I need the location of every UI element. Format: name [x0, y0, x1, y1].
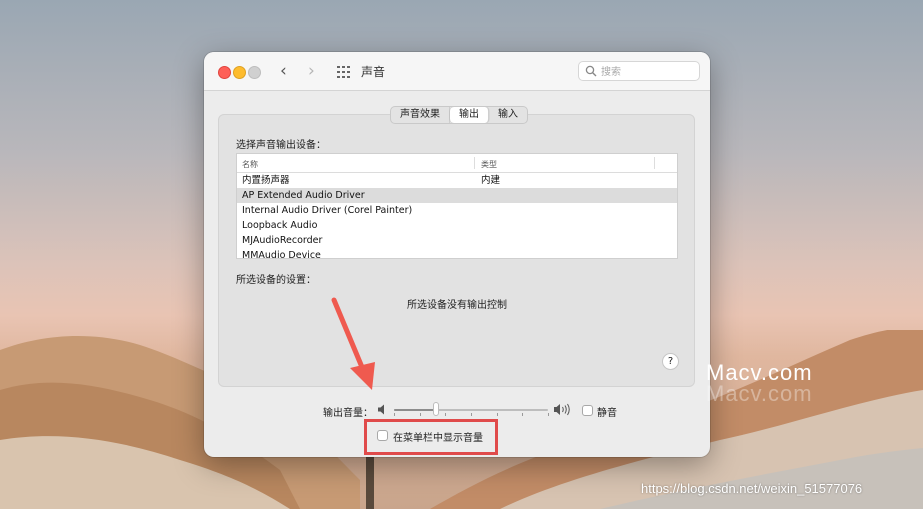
table-row[interactable]: MJAudioRecorder — [237, 233, 677, 248]
slider-tick — [522, 413, 523, 416]
device-name: MMAudio Device — [242, 250, 321, 259]
no-output-control-message: 所选设备没有输出控制 — [407, 300, 507, 311]
slider-tick — [471, 413, 472, 416]
slider-tick — [497, 413, 498, 416]
table-row-selected[interactable]: AP Extended Audio Driver — [237, 188, 677, 203]
slider-tick — [548, 413, 549, 416]
device-name: Internal Audio Driver (Corel Painter) — [242, 205, 413, 216]
volume-slider-knob[interactable] — [432, 402, 439, 416]
speaker-low-icon — [378, 404, 384, 415]
output-device-table[interactable]: 名称 类型 内置扬声器 内建 AP Extended Audio Driver … — [236, 153, 678, 259]
column-header-type[interactable]: 类型 — [481, 159, 497, 170]
device-name: 内置扬声器 — [242, 175, 290, 186]
sound-preferences-window: ‹ › 声音 声音效果 输出 输入 选择声音输出设备： 名称 类型 — [204, 52, 710, 457]
macv-watermark-shadow: Macv.com — [706, 381, 813, 406]
slider-tick — [420, 413, 421, 416]
volume-slider-fill — [394, 409, 436, 411]
tab-input[interactable]: 输入 — [489, 107, 527, 123]
minimize-button[interactable] — [233, 66, 246, 79]
back-chevron-icon[interactable]: ‹ — [280, 61, 287, 81]
mute-label: 静音 — [597, 408, 617, 419]
selected-device-settings-label: 所选设备的设置： — [236, 275, 316, 286]
column-header-name[interactable]: 名称 — [242, 159, 258, 170]
column-divider — [474, 157, 475, 169]
close-button[interactable] — [218, 66, 231, 79]
column-divider — [654, 157, 655, 169]
tab-output[interactable]: 输出 — [450, 107, 489, 123]
tab-bar: 声音效果 输出 输入 — [390, 106, 528, 124]
output-volume-label: 输出音量： — [323, 408, 373, 419]
search-icon — [585, 65, 597, 77]
annotation-highlight-box — [364, 419, 498, 455]
device-name: Loopback Audio — [242, 220, 318, 231]
table-row[interactable]: Internal Audio Driver (Corel Painter) — [237, 203, 677, 218]
title-bar: ‹ › 声音 — [204, 52, 710, 91]
window-title: 声音 — [361, 65, 386, 79]
search-input[interactable] — [599, 63, 699, 81]
select-output-device-label: 选择声音输出设备： — [236, 140, 326, 151]
device-name: AP Extended Audio Driver — [242, 190, 365, 201]
help-button[interactable]: ? — [662, 353, 679, 370]
annotation-arrow-icon — [331, 297, 375, 390]
device-type: 内建 — [481, 175, 501, 186]
speaker-high-icon — [554, 403, 570, 416]
show-all-grid-icon[interactable] — [337, 66, 351, 78]
forward-chevron-icon[interactable]: › — [308, 61, 315, 81]
search-field[interactable] — [578, 61, 700, 81]
table-row[interactable]: Loopback Audio — [237, 218, 677, 233]
zoom-button[interactable] — [248, 66, 261, 79]
csdn-watermark: https://blog.csdn.net/weixin_51577076 — [641, 481, 863, 496]
slider-tick — [394, 413, 395, 416]
table-row[interactable]: MMAudio Device — [237, 248, 677, 259]
tab-sound-effects[interactable]: 声音效果 — [391, 107, 450, 123]
slider-tick — [445, 413, 446, 416]
table-row[interactable]: 内置扬声器 内建 — [237, 173, 677, 188]
table-header: 名称 类型 — [237, 154, 677, 173]
mute-checkbox[interactable] — [582, 405, 593, 416]
device-name: MJAudioRecorder — [242, 235, 323, 246]
